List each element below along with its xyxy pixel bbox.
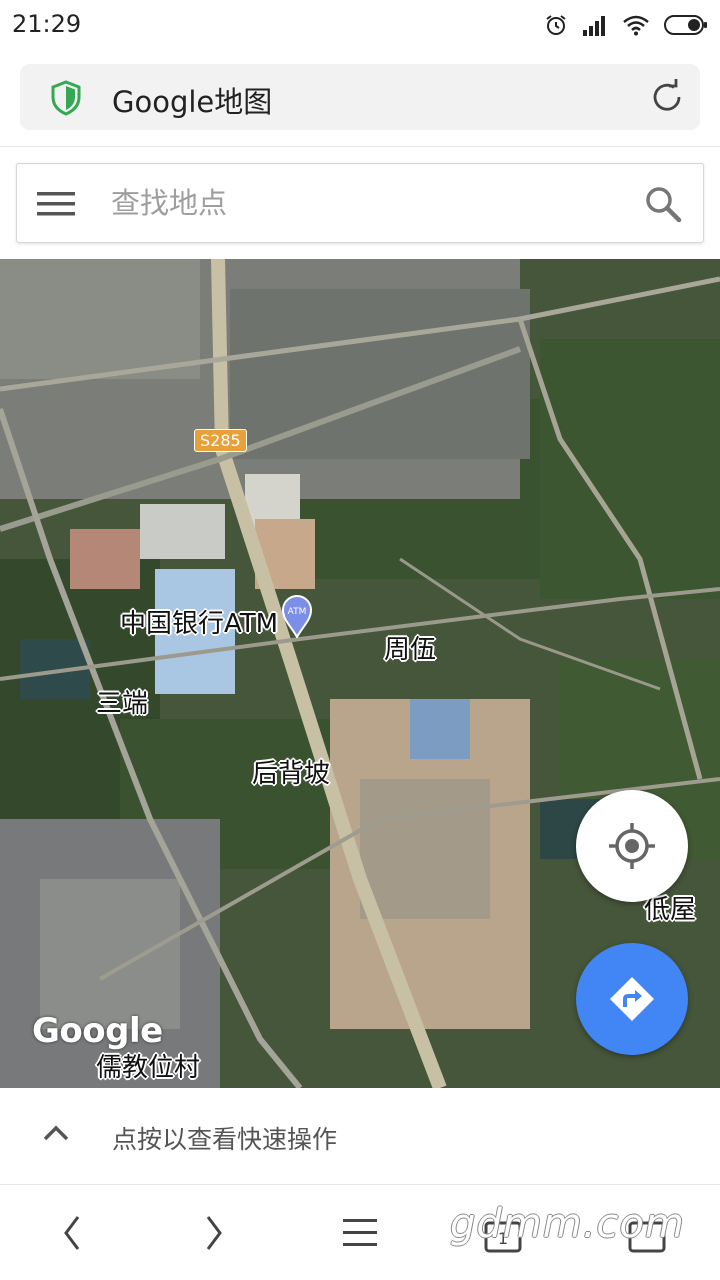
place-label[interactable]: 后背坡 (252, 753, 330, 790)
place-label[interactable]: 儒教位村 (96, 1047, 200, 1084)
forward-icon[interactable] (200, 1213, 228, 1253)
browser-address-bar: Google地图 (0, 50, 720, 146)
hamburger-menu-icon[interactable] (37, 190, 75, 218)
shield-icon (51, 80, 81, 116)
satellite-map[interactable]: S285 中国银行ATM ATM 周伍 三端 后背坡 低屋 儒教位村 Googl… (0, 259, 720, 1088)
google-logo: Google (32, 1011, 163, 1051)
place-label[interactable]: 周伍 (384, 629, 436, 666)
browser-nav-bar: 1 gdmm.com (0, 1184, 720, 1280)
search-icon[interactable] (643, 184, 683, 224)
atm-pin-icon[interactable]: ATM (281, 594, 313, 638)
chevron-up-icon[interactable] (42, 1124, 70, 1142)
quick-actions-bar[interactable]: 点按以查看快速操作 (0, 1088, 720, 1184)
header-divider (0, 146, 720, 147)
url-field[interactable]: Google地图 (20, 64, 700, 130)
status-bar: 21:29 (0, 0, 720, 50)
search-box (16, 163, 704, 243)
menu-icon[interactable] (340, 1213, 380, 1253)
road-badge-s285: S285 (194, 429, 247, 452)
my-location-button[interactable] (576, 790, 688, 902)
crosshair-icon (609, 823, 655, 869)
search-input[interactable] (111, 180, 631, 226)
reload-icon[interactable] (648, 78, 686, 116)
directions-button[interactable] (576, 943, 688, 1055)
directions-icon (610, 977, 654, 1021)
atm-label[interactable]: 中国银行ATM (120, 603, 278, 640)
page-title: Google地图 (112, 85, 273, 119)
watermark: gdmm.com (450, 1201, 685, 1247)
status-time: 21:29 (12, 10, 82, 38)
place-label[interactable]: 三端 (96, 683, 148, 720)
svg-text:ATM: ATM (288, 607, 307, 617)
battery-icon (664, 15, 707, 35)
back-icon[interactable] (58, 1213, 86, 1253)
status-icons (544, 12, 708, 38)
alarm-icon (546, 15, 566, 35)
wifi-icon (623, 15, 649, 36)
quick-actions-label: 点按以查看快速操作 (112, 1125, 338, 1154)
signal-icon (583, 16, 605, 36)
